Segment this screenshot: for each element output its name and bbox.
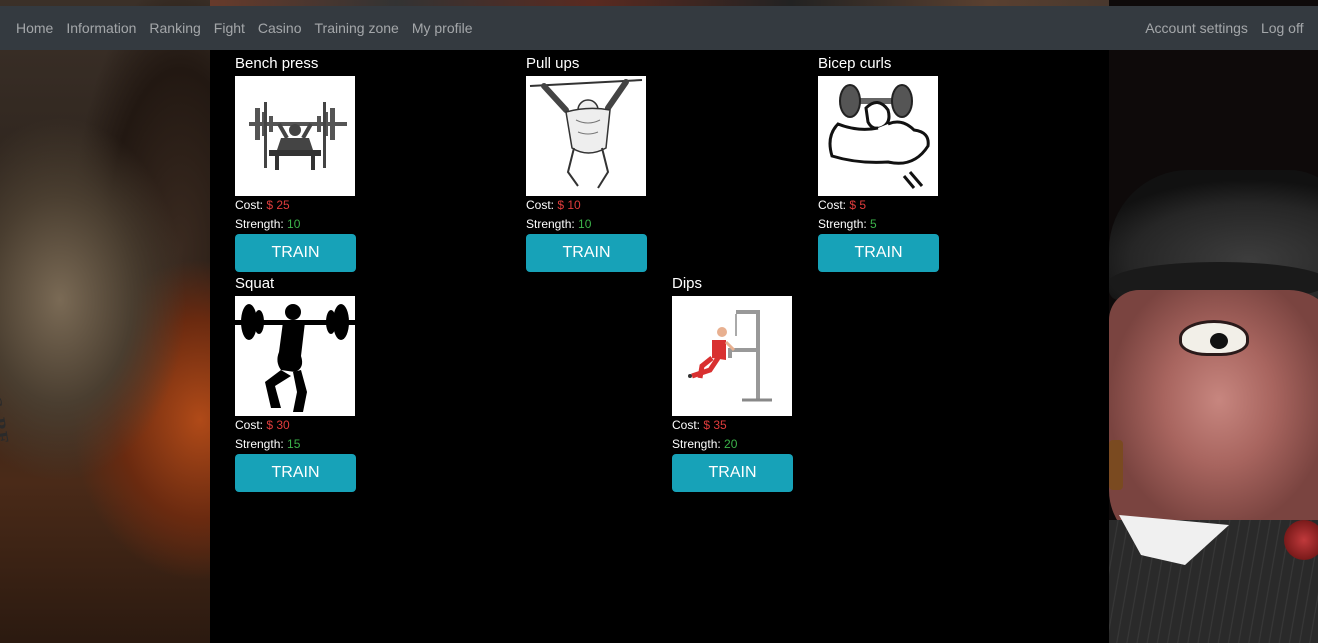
squat-icon [235, 296, 355, 416]
cost-label: Cost: [235, 418, 264, 432]
cost-label: Cost: [818, 198, 847, 212]
exercise-card-bicep-curls: Bicep curls Cost: $ 5 Strength: 5 TRAIN [818, 52, 948, 272]
cost-label: Cost: [672, 418, 701, 432]
exercise-card-dips: Dips Cost: $ 35 Strength: 20 TRAIN [672, 272, 802, 492]
pull-ups-icon [526, 76, 646, 196]
train-button-squat[interactable]: TRAIN [235, 454, 356, 492]
coin-engraving-text: UNITS PE [0, 340, 13, 448]
bench-press-icon [235, 76, 355, 196]
background-mobster-image [1109, 0, 1318, 643]
cost-value: $ 25 [266, 198, 290, 212]
strength-label: Strength: [818, 217, 867, 231]
strength-value: 5 [870, 217, 877, 231]
nav-left-group: Home Information Ranking Fight Casino Tr… [8, 20, 479, 36]
nav-home[interactable]: Home [8, 20, 60, 36]
background-coin-image: UNITS PE [0, 0, 210, 643]
cost-value: $ 30 [266, 418, 290, 432]
train-button-pull-ups[interactable]: TRAIN [526, 234, 647, 272]
exercise-card-squat: Squat Cost: $ 30 Strength: 15 TRAIN [235, 272, 365, 492]
cost-value: $ 10 [557, 198, 581, 212]
exercise-card-pull-ups: Pull ups Cost: $ 10 Strength: 10 TRAIN [526, 52, 656, 272]
train-button-bicep-curls[interactable]: TRAIN [818, 234, 939, 272]
strength-label: Strength: [672, 437, 721, 451]
strength-line: Strength: 20 [672, 435, 802, 454]
strength-label: Strength: [235, 437, 284, 451]
cost-line: Cost: $ 25 [235, 196, 365, 215]
exercise-title: Bicep curls [818, 55, 892, 72]
pupil-shape [1210, 333, 1228, 349]
cost-label: Cost: [235, 198, 264, 212]
cost-value: $ 5 [849, 198, 867, 212]
nav-my-profile[interactable]: My profile [405, 20, 479, 36]
cigar-shape [1109, 440, 1123, 490]
nav-training-zone[interactable]: Training zone [308, 20, 405, 36]
nav-fight[interactable]: Fight [207, 20, 251, 36]
train-button-bench-press[interactable]: TRAIN [235, 234, 356, 272]
exercise-card-bench-press: Bench press Cost: $ 25 Strength: 10 TRAI… [235, 52, 365, 272]
exercise-title: Bench press [235, 55, 319, 72]
strength-value: 10 [287, 217, 301, 231]
rose-shape [1284, 520, 1318, 560]
exercise-title: Dips [672, 275, 703, 292]
strength-value: 15 [287, 437, 301, 451]
cost-value: $ 35 [703, 418, 727, 432]
nav-right-group: Account settings Log off [1137, 20, 1310, 36]
cost-label: Cost: [526, 198, 555, 212]
dips-icon [672, 296, 792, 416]
eye-shape [1179, 320, 1249, 356]
top-navbar: Home Information Ranking Fight Casino Tr… [0, 6, 1318, 50]
nav-account-settings[interactable]: Account settings [1137, 20, 1254, 36]
strength-label: Strength: [526, 217, 575, 231]
train-button-dips[interactable]: TRAIN [672, 454, 793, 492]
bicep-curls-icon [818, 76, 938, 196]
strength-value: 20 [724, 437, 738, 451]
nav-ranking[interactable]: Ranking [143, 20, 207, 36]
training-main-panel: Bench press Cost: $ 25 Strength: 10 TRAI… [210, 50, 1109, 643]
strength-line: Strength: 10 [235, 215, 365, 234]
nav-casino[interactable]: Casino [251, 20, 308, 36]
strength-label: Strength: [235, 217, 284, 231]
strength-line: Strength: 5 [818, 215, 948, 234]
nav-information[interactable]: Information [60, 20, 143, 36]
strength-line: Strength: 10 [526, 215, 656, 234]
nav-log-off[interactable]: Log off [1254, 20, 1310, 36]
cost-line: Cost: $ 35 [672, 416, 802, 435]
exercise-title: Pull ups [526, 55, 580, 72]
cost-line: Cost: $ 5 [818, 196, 948, 215]
strength-value: 10 [578, 217, 592, 231]
strength-line: Strength: 15 [235, 435, 365, 454]
cost-line: Cost: $ 10 [526, 196, 656, 215]
cost-line: Cost: $ 30 [235, 416, 365, 435]
exercise-title: Squat [235, 275, 275, 292]
